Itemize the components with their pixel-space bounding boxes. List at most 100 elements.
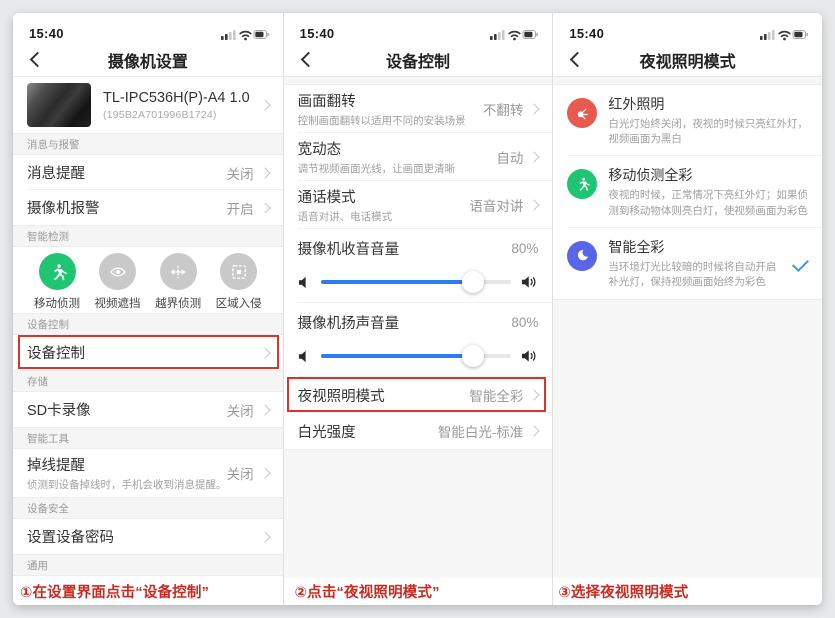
detect-label: 越界侦测	[155, 295, 201, 311]
row-value: 关闭	[227, 463, 254, 483]
page-title: 夜视照明模式	[640, 48, 736, 72]
status-bar: 15:40	[553, 13, 822, 43]
status-time: 15:40	[569, 26, 604, 41]
option-desc: 当环境灯光比较暗的时候将自动开启补光灯，保持视频画面始终为彩色	[608, 260, 785, 290]
row-subtitle: 调节视频画面光线，让画面更清晰	[298, 162, 497, 176]
nav-bar: 夜视照明模式	[553, 43, 822, 77]
slider-thumb[interactable]	[462, 345, 484, 367]
screen-night-vision-mode: 15:40 夜视照明模式	[552, 13, 822, 605]
speaker-volume-slider[interactable]	[321, 345, 512, 367]
section-label: 设备控制	[27, 317, 69, 332]
moon-icon	[567, 241, 597, 271]
row-label: 摄像机报警	[27, 197, 100, 218]
row-label: 画面翻转	[298, 90, 483, 111]
camera-name: TL-IPC536H(P)-A4 1.0	[103, 90, 254, 106]
row-white-light-strength[interactable]: 白光强度 智能白光-标准	[284, 413, 553, 449]
row-set-password[interactable]: 设置设备密码	[13, 519, 283, 554]
status-bar: 15:40	[13, 13, 283, 43]
back-icon[interactable]	[565, 49, 587, 71]
chevron-right-icon	[529, 425, 540, 436]
section-device-security: 设备安全	[13, 497, 283, 519]
speaker-low-icon	[298, 276, 311, 289]
offline-alert-text: 掉线提醒 侦测到设备掉线时，手机会收到消息提醒。	[27, 454, 227, 492]
row-value: 智能白光-标准	[438, 421, 524, 441]
row-talk-mode[interactable]: 通话模式 语音对讲、电话模式 语音对讲	[284, 181, 553, 229]
row-image-flip[interactable]: 画面翻转 控制画面翻转以适用不同的安装场景 不翻转	[284, 85, 553, 133]
mic-volume-slider[interactable]	[321, 271, 512, 293]
section-label: 智能检测	[27, 229, 69, 244]
section-storage: 存储	[13, 370, 283, 392]
row-label: 夜视照明模式	[298, 385, 385, 406]
chevron-right-icon	[259, 167, 270, 178]
option-desc: 夜视的时候，正常情况下亮红外灯；如果侦测到移动物体则亮白灯，使视频画面为彩色	[608, 188, 808, 218]
speaker-loud-icon	[521, 349, 538, 363]
caption-step2: ②点击“夜视照明模式”	[284, 578, 553, 605]
row-value: 智能全彩	[469, 385, 523, 405]
option-title: 移动侦测全彩	[608, 165, 808, 185]
detect-motion[interactable]: 移动侦测	[29, 253, 85, 313]
section-smart-tools: 智能工具	[13, 427, 283, 449]
section-label: 存储	[27, 374, 48, 389]
back-icon[interactable]	[25, 49, 47, 71]
chevron-right-icon	[529, 199, 540, 210]
signal-wifi-battery-icon	[760, 28, 808, 41]
back-icon[interactable]	[296, 49, 318, 71]
row-label: 通话模式	[298, 186, 470, 207]
row-text: 宽动态 调节视频画面光线，让画面更清晰	[298, 138, 497, 176]
status-icons	[221, 28, 269, 41]
chevron-right-icon	[259, 404, 270, 415]
option-infrared[interactable]: 红外照明 白光灯始终关闭，夜视的时候只亮红外灯，视频画面为黑白	[553, 85, 822, 156]
option-title: 智能全彩	[608, 237, 785, 257]
row-label: 摄像机扬声音量	[298, 312, 400, 333]
row-value: 不翻转	[483, 99, 524, 119]
page-title: 设备控制	[386, 48, 450, 72]
row-value: 开启	[227, 198, 254, 218]
section-device-control: 设备控制	[13, 313, 283, 335]
caption-text: ③选择夜视照明模式	[558, 581, 688, 602]
row-label: 设置设备密码	[27, 526, 114, 547]
page-title: 摄像机设置	[108, 48, 188, 72]
row-offline-alert[interactable]: 掉线提醒 侦测到设备掉线时，手机会收到消息提醒。 关闭	[13, 449, 283, 497]
row-label: 掉线提醒	[27, 454, 227, 475]
camera-info-row[interactable]: TL-IPC536H(P)-A4 1.0 (195B2A701996B1724)	[13, 77, 283, 133]
slider-thumb[interactable]	[462, 271, 484, 293]
motion-detect-icon	[39, 253, 76, 290]
screen-camera-settings: 15:40 摄像机设置	[13, 13, 283, 605]
mic-volume-slider-row	[284, 261, 553, 303]
detect-area-intrusion[interactable]: 区域入侵	[211, 253, 267, 313]
section-label: 通用	[27, 558, 48, 573]
detect-line-cross[interactable]: 越界侦测	[150, 253, 206, 313]
option-smart-fullcolor[interactable]: 智能全彩 当环境灯光比较暗的时候将自动开启补光灯，保持视频画面始终为彩色	[553, 228, 822, 299]
row-label: 摄像机收音音量	[298, 238, 400, 259]
chevron-right-icon	[259, 467, 270, 478]
row-night-vision-mode[interactable]: 夜视照明模式 智能全彩	[284, 377, 553, 413]
row-device-control[interactable]: 设备控制	[13, 335, 283, 370]
option-text: 智能全彩 当环境灯光比较暗的时候将自动开启补光灯，保持视频画面始终为彩色	[608, 237, 785, 290]
row-value: 语音对讲	[469, 195, 523, 215]
detection-grid: 移动侦测 视频遮挡 越界侦测 区域入侵	[13, 247, 283, 313]
detect-video-block[interactable]: 视频遮挡	[90, 253, 146, 313]
chevron-right-icon	[259, 347, 270, 358]
signal-wifi-battery-icon	[490, 28, 538, 41]
row-wdr[interactable]: 宽动态 调节视频画面光线，让画面更清晰 自动	[284, 133, 553, 181]
spacer	[553, 299, 822, 578]
row-message-alerts[interactable]: 消息提醒 关闭	[13, 155, 283, 190]
section-label: 智能工具	[27, 431, 69, 446]
caption-text: ①在设置界面点击“设备控制”	[20, 581, 209, 602]
row-subtitle: 控制画面翻转以适用不同的安装场景	[298, 114, 483, 128]
line-crossing-icon	[160, 253, 197, 290]
volume-percent: 80%	[511, 241, 538, 256]
camera-info: TL-IPC536H(P)-A4 1.0 (195B2A701996B1724)	[103, 90, 254, 121]
detect-label: 移动侦测	[34, 295, 80, 311]
option-motion-fullcolor[interactable]: 移动侦测全彩 夜视的时候，正常情况下亮红外灯；如果侦测到移动物体则亮白灯，使视频…	[553, 156, 822, 227]
option-desc: 白光灯始终关闭，夜视的时候只亮红外灯，视频画面为黑白	[608, 117, 808, 147]
camera-thumbnail	[27, 83, 91, 127]
chevron-right-icon	[259, 99, 270, 110]
option-text: 红外照明 白光灯始终关闭，夜视的时候只亮红外灯，视频画面为黑白	[608, 94, 808, 147]
row-camera-alarm[interactable]: 摄像机报警 开启	[13, 190, 283, 225]
section-label: 设备安全	[27, 501, 69, 516]
motion-runner-icon	[567, 169, 597, 199]
row-sd-recording[interactable]: SD卡录像 关闭	[13, 392, 283, 427]
screen-device-control: 15:40 设备控制	[283, 13, 553, 605]
infrared-lamp-icon	[567, 98, 597, 128]
